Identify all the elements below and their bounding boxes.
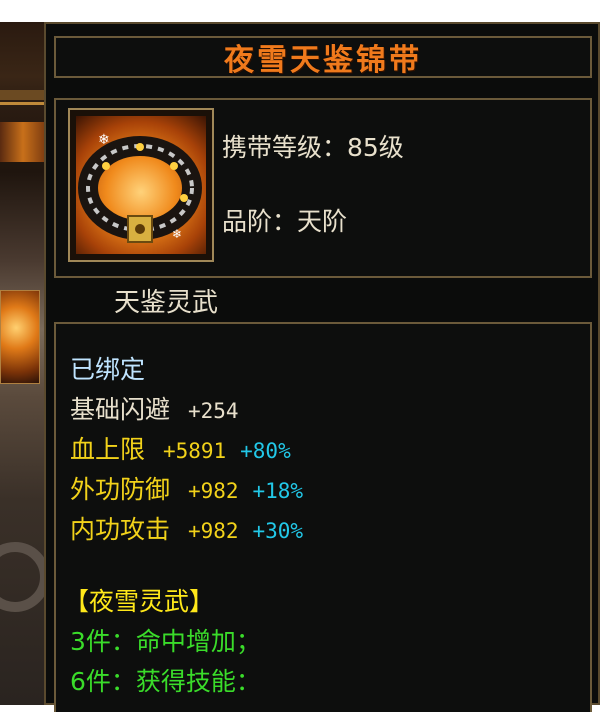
item-grade: 品阶：天阶	[222, 207, 348, 236]
attribute-value: +5891	[162, 439, 227, 463]
item-slot[interactable]: ❄ ❄	[68, 108, 214, 262]
background-trim	[0, 102, 46, 105]
attribute-bonus: +30%	[252, 519, 304, 543]
attribute-row: 血上限 +5891 +80%	[70, 430, 291, 466]
svg-text:❄: ❄	[172, 227, 182, 241]
item-name: 夜雪天鉴锦带	[54, 36, 592, 78]
attribute-row: 外功防御 +982 +18%	[70, 470, 303, 506]
attribute-name: 血上限	[70, 435, 146, 464]
belt-icon: ❄ ❄	[78, 132, 202, 243]
set-bonus-6: 6件：获得技能：	[70, 667, 261, 696]
set-name: 【夜雪灵武】	[64, 587, 215, 616]
game-background	[0, 22, 46, 705]
background-gear	[0, 542, 46, 612]
attribute-value: +982	[187, 479, 239, 503]
svg-text:❄: ❄	[98, 132, 110, 148]
item-tooltip: 夜雪天鉴锦带 ❄ ❄ 携带等级：85级 品阶：天阶 天鉴灵武 已绑定 基础闪避	[44, 22, 600, 712]
background-item-fragment	[0, 290, 40, 384]
attribute-row: 内功攻击 +982 +30%	[70, 510, 303, 546]
attribute-name: 基础闪避	[70, 395, 171, 424]
attribute-bonus: +18%	[252, 479, 304, 503]
background-band	[0, 90, 46, 100]
bound-status: 已绑定	[70, 355, 146, 384]
set-bonus-3: 3件：命中增加；	[70, 627, 261, 656]
item-info-box: ❄ ❄ 携带等级：85级 品阶：天阶	[54, 98, 592, 278]
attribute-row: 基础闪避 +254	[70, 390, 239, 426]
attribute-name: 内功攻击	[70, 515, 171, 544]
carry-level: 携带等级：85级	[222, 133, 404, 162]
attributes-box: 已绑定 基础闪避 +254 血上限 +5891 +80% 外功防御 +982 +…	[54, 322, 592, 712]
attribute-value: +982	[187, 519, 239, 543]
attribute-value: +254	[187, 399, 239, 423]
attribute-name: 外功防御	[70, 475, 171, 504]
attribute-bonus: +80%	[240, 439, 291, 463]
background-banner	[0, 122, 46, 162]
item-category: 天鉴灵武	[114, 288, 219, 318]
